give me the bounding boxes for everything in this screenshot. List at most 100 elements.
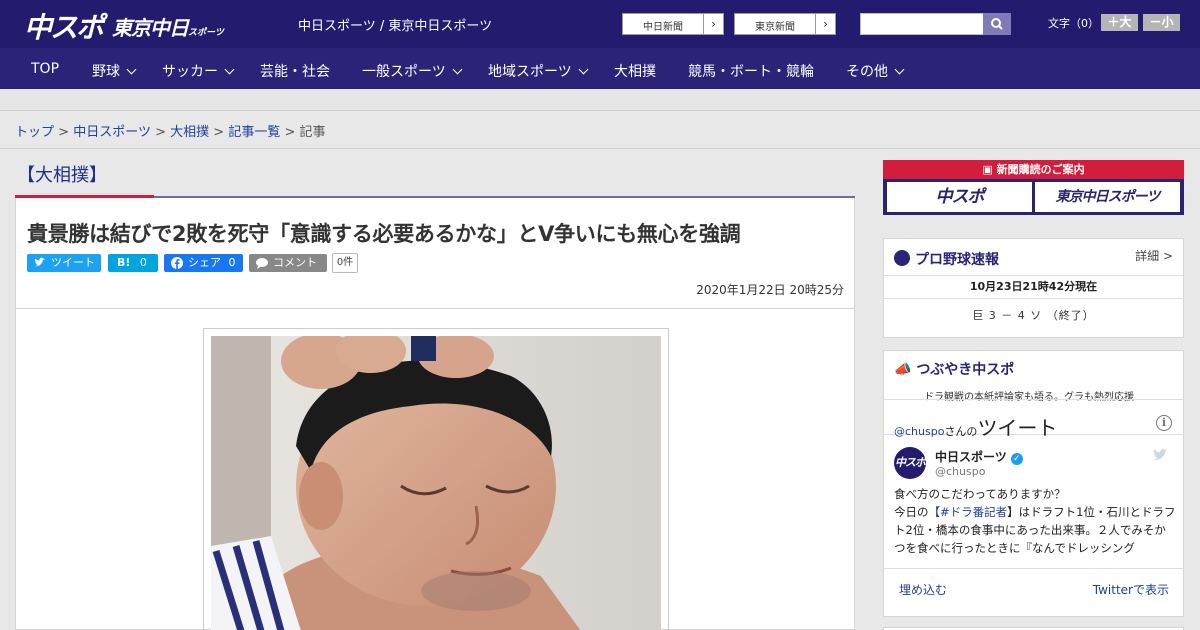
chunichi-shimbun-link[interactable]: 中日新聞 › [622, 13, 724, 35]
main-content: 【大相撲】 貴景勝は結びで2敗を死守「意識する必要あるかな」とV争いにも無心を強… [15, 158, 855, 630]
nav-item-label: TOP [31, 61, 60, 77]
subscribe-tokyo-chunichi-button[interactable]: 東京中日スポーツ [1035, 182, 1180, 212]
twitter-icon [33, 254, 47, 278]
tokyo-chunichi-logo[interactable]: 東京中日スポーツ [112, 12, 224, 41]
tweet-label: ツイート [51, 256, 95, 269]
tokyo-shimbun-label: 東京新聞 [755, 22, 795, 33]
chevron-right-icon: › [703, 14, 723, 34]
tweet-author-name[interactable]: 中日スポーツ ✓ [935, 448, 1023, 465]
subscribe-chuspo-button[interactable]: 中スポ [887, 182, 1032, 212]
twitter-bird-icon[interactable] [1153, 448, 1169, 466]
nav-item-soccer[interactable]: サッカー [162, 61, 235, 81]
breadcrumb-link-article-list[interactable]: 記事一覧 [228, 125, 280, 140]
section-title: 【大相撲】 [17, 165, 107, 186]
tokyo-chunichi-logo-sub: スポーツ [188, 28, 224, 38]
separator-band [0, 89, 1200, 111]
nav-item-general-sports[interactable]: 一般スポーツ [362, 61, 463, 81]
subscription-banner[interactable]: ▣ 新聞購読のご案内 中スポ 東京中日スポーツ [883, 160, 1184, 215]
view-on-twitter-link[interactable]: Twitterで表示 [1093, 581, 1169, 598]
baseball-as-of: 10月23日21時42分現在 [884, 275, 1183, 299]
site-names: 中日スポーツ / 東京中日スポーツ [298, 19, 493, 34]
baseball-detail-link[interactable]: 詳細 > [1135, 247, 1173, 264]
article-photo-frame [203, 328, 669, 630]
breadcrumb-current: 記事 [299, 125, 326, 140]
font-smaller-button[interactable]: －小 [1143, 14, 1180, 31]
facebook-icon [170, 254, 184, 278]
breadcrumb-separator: > [58, 125, 70, 140]
twitter-card-title: 📣 つぶやき中スポ [894, 359, 1014, 379]
nav-item-label: 地域スポーツ [488, 64, 572, 80]
twitter-card-title-text: つぶやき中スポ [916, 362, 1015, 378]
article-photo[interactable] [211, 336, 661, 630]
nav-item-label: 一般スポーツ [362, 64, 446, 80]
site-header: 中スポ 東京中日スポーツ 中日スポーツ / 東京中日スポーツ 中日新聞 › 東京… [0, 0, 1200, 48]
nav-item-sumo[interactable]: 大相撲 [614, 61, 656, 81]
twitter-widget-title-text: ツイート [977, 416, 1058, 440]
avatar[interactable]: 中スポ [894, 447, 926, 479]
nav-item-label: 競馬・ボート・競輪 [688, 64, 814, 80]
baseball-scores-title-text: プロ野球速報 [915, 252, 999, 268]
sumo-wrestler-photo-image [211, 336, 661, 630]
facebook-share-button[interactable]: シェア 0 [164, 254, 243, 272]
embed-link[interactable]: 埋め込む [899, 581, 947, 598]
subscription-title-text: 新聞購読のご案内 [996, 163, 1085, 176]
breadcrumb-link-sumo[interactable]: 大相撲 [170, 125, 209, 140]
twitter-card: 📣 つぶやき中スポ ドラ観戦の本紙評論家も語る。グラも熱烈応援 @chuspoさ… [883, 350, 1184, 617]
info-icon[interactable]: i [1156, 415, 1172, 431]
baseball-icon [894, 250, 910, 266]
subscription-title: ▣ 新聞購読のご案内 [883, 160, 1184, 179]
nav-item-label: その他 [846, 64, 888, 80]
nav-item-local-sports[interactable]: 地域スポーツ [488, 61, 589, 81]
chevron-down-icon [126, 64, 137, 75]
baseball-score[interactable]: 巨 3 － 4 ソ （終了） [884, 307, 1183, 323]
nav-item-racing[interactable]: 競馬・ボート・競輪 [688, 61, 814, 81]
divider [16, 308, 854, 309]
search-button[interactable] [983, 13, 1011, 35]
chevron-down-icon [224, 64, 235, 75]
chevron-right-icon: › [815, 14, 835, 34]
verified-badge-icon: ✓ [1010, 453, 1023, 465]
tokyo-shimbun-link[interactable]: 東京新聞 › [734, 13, 836, 35]
baseball-scores-card: プロ野球速報 詳細 > 10月23日21時42分現在 巨 3 － 4 ソ （終了… [883, 238, 1184, 338]
twitter-widget-user-suffix: さんの [944, 425, 978, 438]
chunichi-shimbun-label: 中日新聞 [643, 22, 683, 33]
nav-item-top[interactable]: TOP [31, 61, 59, 77]
twitter-widget-footer: 埋め込む Twitterで表示 [884, 568, 1183, 608]
tweet-author-handle[interactable]: @chuspo [935, 465, 985, 478]
nav-item-other[interactable]: その他 [846, 61, 905, 81]
baseball-scores-title: プロ野球速報 [894, 249, 999, 269]
facebook-share-label: シェア [188, 256, 221, 269]
divider [0, 148, 1200, 149]
tweet-button[interactable]: ツイート [27, 254, 101, 272]
chevron-down-icon [578, 64, 589, 75]
chevron-down-icon [452, 64, 463, 75]
chuspo-logo[interactable]: 中スポ [24, 6, 104, 46]
article-date: 2020年1月22日 20時25分 [696, 283, 844, 297]
nav-item-label: 芸能・社会 [260, 64, 330, 80]
search-input[interactable] [860, 13, 984, 35]
article-card: 貴景勝は結びで2敗を死守「意識する必要あるかな」とV争いにも無心を強調 ツイート… [15, 198, 855, 630]
comment-label: コメント [273, 256, 317, 269]
tokyo-chunichi-logo-text: 東京中日 [112, 16, 189, 40]
comment-button[interactable]: コメント [249, 254, 327, 272]
nav-item-label: 大相撲 [614, 64, 656, 80]
twitter-widget-user-link[interactable]: @chuspo [894, 425, 944, 438]
tweet-text-part: 今日の [894, 505, 929, 519]
speech-bubble-icon [255, 254, 269, 278]
hatena-icon: B! [117, 256, 131, 269]
article-headline: 貴景勝は結びで2敗を死守「意識する必要あるかな」とV争いにも無心を強調 [27, 222, 741, 246]
tweet-hashtag-link[interactable]: 【#ドラ番記者 [929, 505, 1008, 519]
font-larger-button[interactable]: ＋大 [1101, 14, 1138, 31]
breadcrumb-link-chunichi-sports[interactable]: 中日スポーツ [73, 125, 151, 140]
breadcrumb-link-top[interactable]: トップ [15, 125, 54, 140]
newspaper-icon: ▣ [982, 163, 997, 176]
nav-item-label: サッカー [162, 64, 218, 80]
tweet-text-line: 今日の【#ドラ番記者】はドラフト1位・石川とドラフト2位・橋本の食事中にあった出… [894, 503, 1176, 557]
breadcrumb: トップ > 中日スポーツ > 大相撲 > 記事一覧 > 記事 [15, 121, 326, 140]
hatena-bookmark-button[interactable]: B! 0 [108, 254, 158, 272]
nav-item-baseball[interactable]: 野球 [92, 61, 137, 81]
megaphone-icon: 📣 [894, 362, 912, 378]
twitter-widget-header: @chuspoさんのツイート i [884, 399, 1183, 440]
nav-item-entertainment[interactable]: 芸能・社会 [260, 61, 330, 81]
tweet-text-line: 食べ方のこだわってありますか？ [894, 487, 1066, 501]
